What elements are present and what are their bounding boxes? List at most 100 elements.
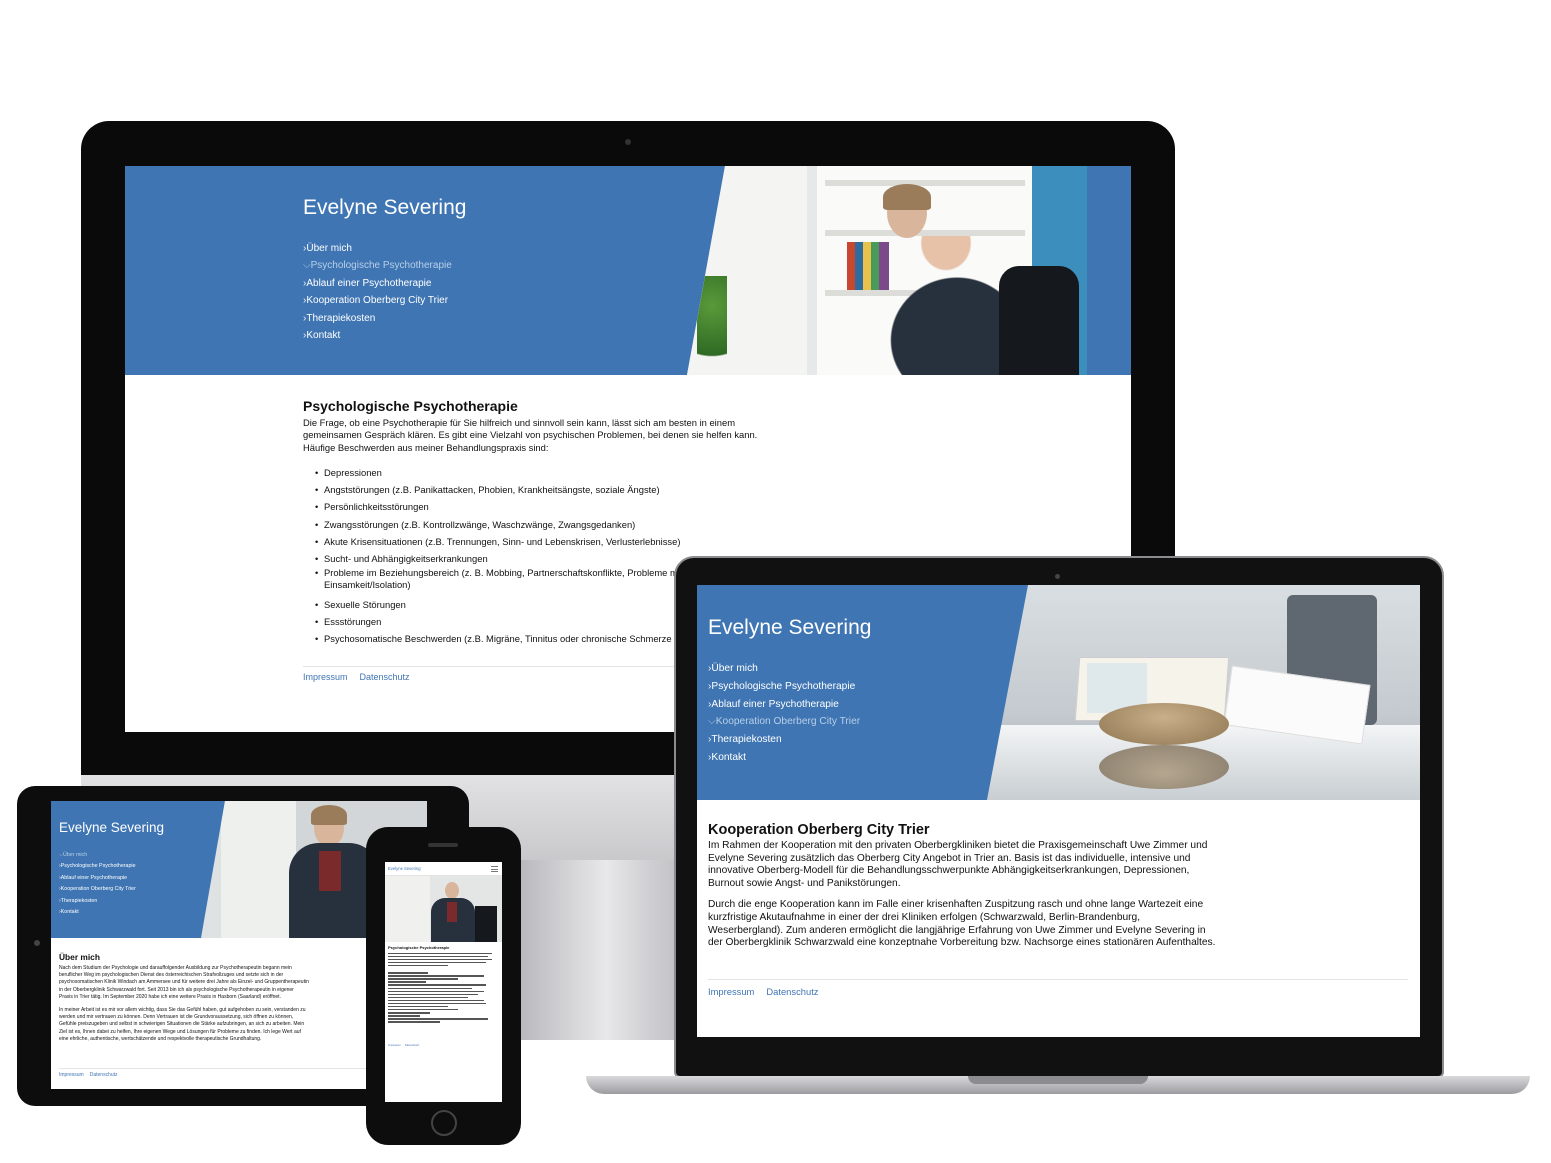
nav-item[interactable]: ⌵ Kooperation Oberberg City Trier: [708, 713, 860, 731]
nav-item[interactable]: › Psychologische Psychotherapie: [708, 678, 860, 696]
laptop-camera: [1055, 574, 1060, 579]
hamburger-menu-icon[interactable]: [491, 866, 498, 872]
nav-item[interactable]: › Ablauf einer Psychotherapie: [59, 873, 136, 884]
nav-item-label: Über mich: [63, 852, 88, 858]
text-line: [388, 1021, 440, 1023]
chevron-right-icon: ›: [303, 277, 307, 289]
datenschutz-link[interactable]: Datenschutz: [90, 1072, 118, 1078]
nav-item-label: Kontakt: [711, 751, 746, 763]
nav-item-label: Kooperation Oberberg City Trier: [60, 886, 136, 893]
site-title[interactable]: Evelyne Severing: [388, 866, 421, 871]
text-line: [388, 1002, 486, 1005]
nav-item[interactable]: › Ablauf einer Psychotherapie: [303, 275, 452, 292]
footer-divider: [303, 666, 703, 667]
main-nav: ⌵ Über mich › Psychologische Psychotherap…: [59, 850, 136, 918]
text-line: [388, 999, 484, 1002]
main-nav: › Über mich ⌵ Psychologische Psychotherap…: [303, 240, 452, 344]
main-content: Psychologische Psychotherapie: [388, 945, 498, 1024]
nav-item-label: Therapiekosten: [306, 312, 376, 324]
text-line: [388, 972, 428, 974]
nav-item-label: Therapiekosten: [711, 734, 782, 746]
nav-item-label: Psychologische Psychotherapie: [60, 863, 136, 870]
site-title[interactable]: Evelyne Severing: [708, 616, 871, 640]
laptop-opening-notch: [968, 1076, 1148, 1084]
nav-item[interactable]: ⌵ Über mich: [59, 850, 136, 861]
nav-item-label: Ablauf einer Psychotherapie: [60, 874, 128, 881]
datenschutz-link[interactable]: Datenschutz: [405, 1044, 419, 1047]
phone-speaker: [428, 843, 458, 847]
text-line: [388, 981, 426, 983]
chevron-right-icon: ›: [708, 680, 712, 692]
datenschutz-link[interactable]: Datenschutz: [360, 672, 410, 682]
nav-item-label: Über mich: [711, 663, 758, 674]
nav-item-label: Kooperation Oberberg City Trier: [715, 716, 861, 728]
nav-item[interactable]: › Therapiekosten: [59, 896, 136, 907]
nav-item[interactable]: › Therapiekosten: [708, 731, 860, 749]
laptop-screen: Evelyne Severing › Über mich › Psychologi…: [697, 585, 1420, 1037]
text-line: [388, 993, 478, 996]
text-line: [388, 965, 448, 967]
phone-screen: Evelyne Severing Psychologische Psychoth…: [385, 862, 502, 1102]
impressum-link[interactable]: Impressum: [303, 672, 348, 682]
text-line: [388, 975, 484, 977]
paragraph: In meiner Arbeit ist es mir vor allem wi…: [59, 1007, 306, 1042]
chevron-right-icon: ›: [708, 698, 712, 710]
main-content: Kooperation Oberberg City Trier Im Rahme…: [708, 821, 1408, 950]
intro-text: Die Frage, ob eine Psychotherapie für Si…: [303, 417, 758, 453]
nav-item[interactable]: › Kooperation Oberberg City Trier: [59, 884, 136, 895]
impressum-link[interactable]: Impressum: [388, 1044, 401, 1047]
hero-photo: [385, 876, 502, 942]
text-lines: [388, 952, 498, 1023]
impressum-link[interactable]: Impressum: [59, 1072, 84, 1078]
page-title: Psychologische Psychotherapie: [388, 945, 450, 950]
chevron-right-icon: ›: [708, 734, 712, 746]
nav-item[interactable]: › Kooperation Oberberg City Trier: [303, 292, 452, 309]
footer: Impressum Datenschutz: [59, 1072, 130, 1078]
footer-divider: [59, 1068, 419, 1069]
page-title: Psychologische Psychotherapie: [303, 398, 518, 414]
chevron-down-icon: ⌵: [708, 716, 716, 728]
hero-banner: Evelyne Severing › Über mich ⌵ Psychologi…: [125, 166, 1131, 375]
paragraph: Durch die enge Kooperation kann im Falle…: [708, 899, 1216, 949]
chevron-down-icon: ⌵: [59, 852, 64, 858]
nav-item[interactable]: › Kontakt: [708, 749, 860, 767]
text-line: [388, 952, 492, 955]
datenschutz-link[interactable]: Datenschutz: [766, 986, 818, 997]
list-item: Depressionen: [324, 464, 823, 481]
monitor-camera: [625, 139, 631, 145]
list-item: Akute Krisensituationen (z.B. Trennungen…: [324, 533, 823, 550]
responsive-mockup-stage: Evelyne Severing › Über mich ⌵ Psychologi…: [0, 0, 1551, 1163]
text-line: [388, 1012, 430, 1014]
footer-divider: [708, 979, 1408, 980]
text-line: [388, 958, 492, 961]
nav-item[interactable]: › Ablauf einer Psychotherapie: [708, 696, 860, 714]
chevron-right-icon: ›: [303, 243, 307, 254]
text-line: [388, 1015, 420, 1017]
site-title[interactable]: Evelyne Severing: [303, 196, 466, 220]
nav-item-label: Kooperation Oberberg City Trier: [306, 295, 449, 307]
text-line: [388, 1018, 488, 1020]
text-line: [388, 978, 458, 980]
nav-item[interactable]: ⌵ Psychologische Psychotherapie: [303, 257, 452, 274]
text-line: [388, 961, 486, 964]
chevron-right-icon: ›: [708, 663, 712, 674]
list-item: Zwangsstörungen (z.B. Kontrollzwänge, Wa…: [324, 516, 823, 533]
nav-item[interactable]: › Psychologische Psychotherapie: [59, 861, 136, 872]
chevron-right-icon: ›: [59, 909, 61, 916]
nav-item-label: Über mich: [306, 243, 352, 254]
nav-item[interactable]: › Therapiekosten: [303, 310, 452, 327]
chevron-right-icon: ›: [303, 295, 307, 307]
impressum-link[interactable]: Impressum: [708, 986, 754, 997]
nav-item[interactable]: › Über mich: [708, 660, 860, 678]
page-title: Kooperation Oberberg City Trier: [708, 822, 930, 838]
footer: Impressum Datenschutz: [388, 1044, 431, 1047]
nav-item[interactable]: › Kontakt: [59, 907, 136, 918]
nav-item[interactable]: › Kontakt: [303, 327, 452, 344]
phone-home-button[interactable]: [431, 1110, 457, 1136]
nav-item-label: Ablauf einer Psychotherapie: [711, 698, 839, 710]
text-line: [388, 996, 468, 999]
site-title[interactable]: Evelyne Severing: [59, 820, 164, 835]
nav-item[interactable]: › Über mich: [303, 240, 452, 257]
chevron-right-icon: ›: [303, 312, 307, 324]
page-title: Über mich: [59, 952, 100, 962]
